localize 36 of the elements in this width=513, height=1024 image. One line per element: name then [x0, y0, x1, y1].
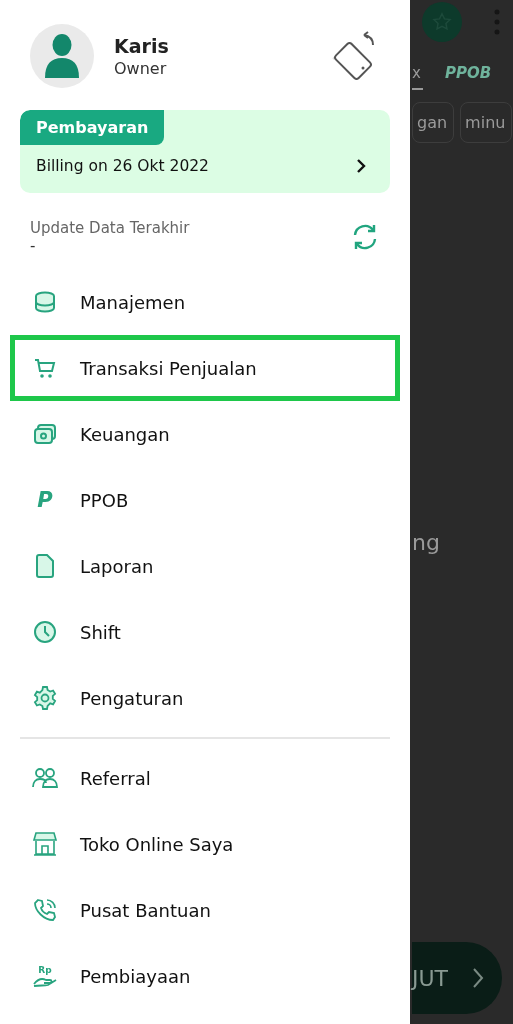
menu-item[interactable]: Transaksi Penjualan: [10, 335, 400, 401]
menu-item[interactable]: Pusat Bantuan: [10, 877, 400, 943]
chevron-right-icon: [356, 158, 366, 174]
database-icon: [34, 291, 56, 313]
people-icon: [32, 767, 58, 789]
billing-card[interactable]: Pembayaran Billing on 26 Okt 2022: [20, 110, 390, 193]
menu-item[interactable]: Keuangan: [10, 401, 400, 467]
menu-item[interactable]: Laporan: [10, 533, 400, 599]
tab[interactable]: PPOB: [444, 64, 494, 90]
tab[interactable]: x: [412, 64, 423, 90]
payment-tag: Pembayaran: [20, 110, 165, 145]
filter-chip[interactable]: minu: [460, 102, 513, 143]
letter-p-icon: P: [37, 488, 53, 512]
background-text: ng: [412, 530, 441, 555]
menu-item[interactable]: Rp Pembiayaan: [10, 943, 400, 1009]
cart-icon: [34, 357, 56, 379]
menu-item[interactable]: Toko Online Saya: [10, 811, 400, 877]
billing-date: Billing on 26 Okt 2022: [36, 157, 209, 175]
sync-value: -: [30, 237, 37, 255]
settings-icon: [33, 686, 57, 710]
document-icon: [35, 554, 55, 578]
chevron-right-icon: [472, 967, 485, 989]
cash-icon: [34, 424, 56, 444]
filter-chip[interactable]: gan: [412, 102, 455, 143]
clock-icon: [33, 620, 57, 644]
sync-label: Update Data Terakhir: [30, 219, 190, 237]
menu-item[interactable]: P PPOB: [10, 467, 400, 533]
menu-item[interactable]: Manajemen: [10, 269, 400, 335]
menu-item[interactable]: Referral: [10, 745, 400, 811]
store-icon: [33, 832, 57, 856]
user-role: Owner: [114, 58, 168, 78]
menu-item[interactable]: Pengaturan: [10, 665, 400, 731]
phone-icon: [33, 898, 57, 922]
menu-item[interactable]: Shift: [10, 599, 400, 665]
continue-button[interactable]: JUT: [412, 942, 502, 1014]
user-name: Karis: [114, 34, 170, 57]
